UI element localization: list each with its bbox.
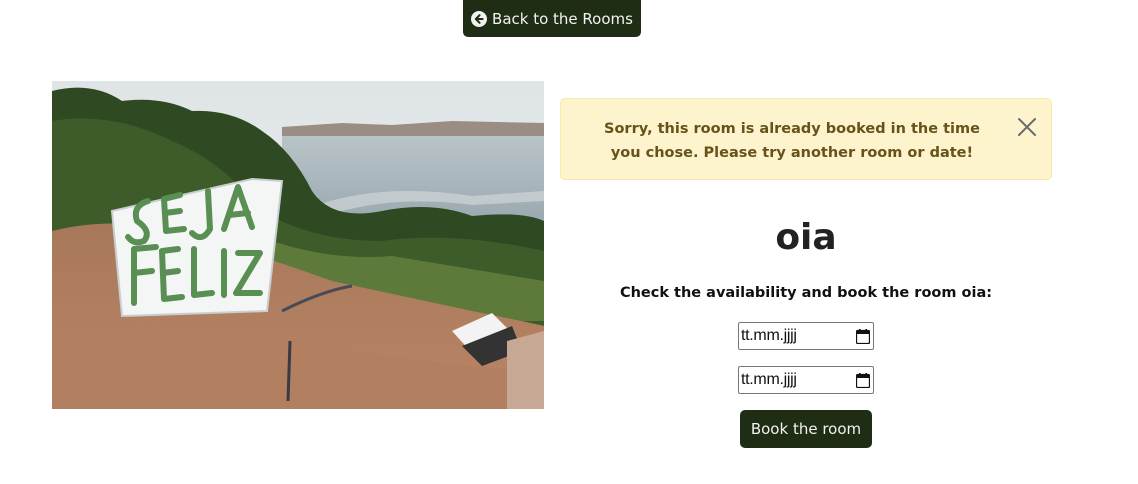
start-date-input[interactable]: tt.mm.jjjj: [738, 322, 874, 350]
back-button-label: Back to the Rooms: [492, 9, 633, 28]
room-detail-page: Back to the Rooms Sorry, this room is al…: [0, 0, 1138, 484]
availability-heading: Check the availability and book the room…: [619, 285, 993, 301]
calendar-icon[interactable]: [855, 372, 871, 388]
back-to-rooms-button[interactable]: Back to the Rooms: [463, 0, 641, 37]
booking-conflict-alert: Sorry, this room is already booked in th…: [560, 98, 1052, 180]
room-title: oia: [775, 217, 837, 258]
start-date-value: tt.mm.jjjj: [741, 327, 797, 344]
end-date-value: tt.mm.jjjj: [741, 371, 797, 388]
room-photo: [52, 81, 544, 409]
arrow-circle-left-icon: [471, 10, 488, 27]
calendar-icon[interactable]: [855, 328, 871, 344]
end-date-input[interactable]: tt.mm.jjjj: [738, 366, 874, 394]
book-room-button[interactable]: Book the room: [740, 410, 872, 448]
close-icon[interactable]: [1015, 115, 1039, 139]
alert-message: Sorry, this room is already booked in th…: [604, 121, 980, 161]
